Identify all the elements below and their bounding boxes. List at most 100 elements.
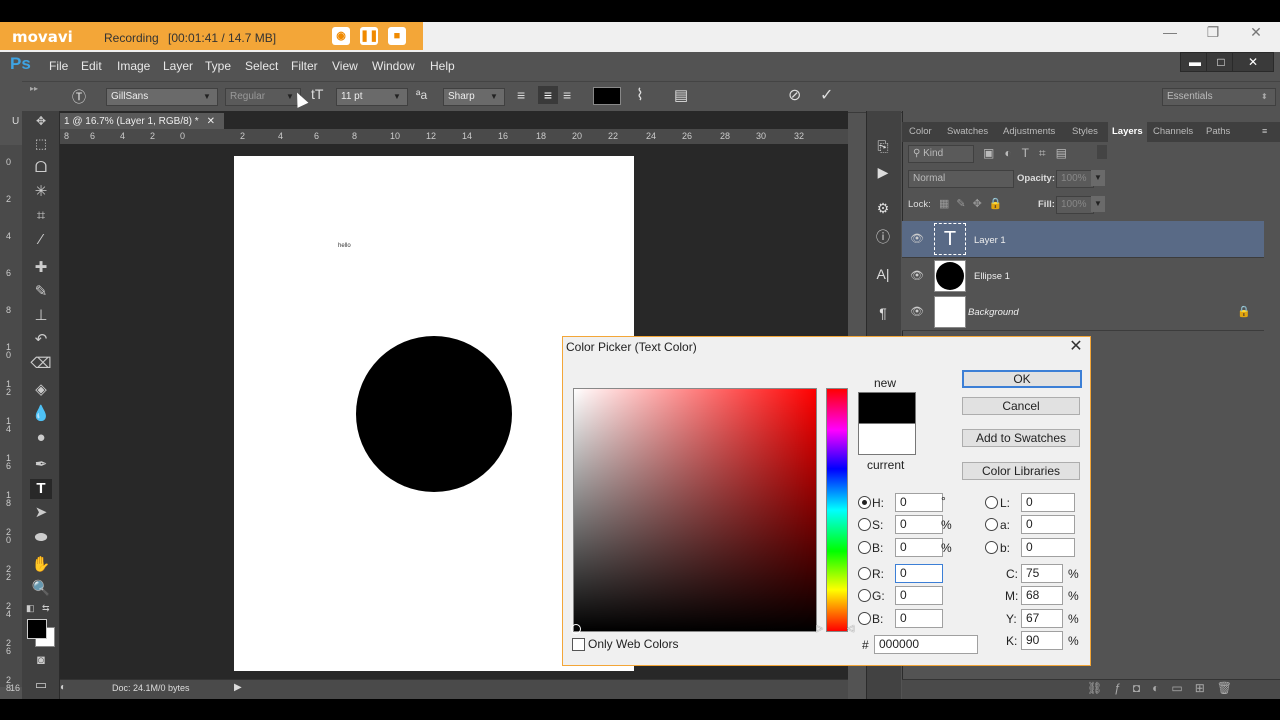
hue-slider-left-arrow-icon[interactable]: ▷ bbox=[816, 623, 823, 634]
window-restore-button[interactable]: ❐ bbox=[1193, 22, 1233, 44]
collapse-arrows-icon[interactable]: ▸▸ bbox=[30, 84, 38, 93]
align-right-icon[interactable]: ≡ bbox=[563, 88, 571, 102]
input-a[interactable]: 0 bbox=[1021, 515, 1075, 534]
tab-paths[interactable]: Paths bbox=[1202, 124, 1234, 140]
align-center-icon[interactable]: ≡ bbox=[538, 86, 558, 104]
menu-edit[interactable]: Edit bbox=[81, 59, 102, 73]
clone-stamp-tool-icon[interactable]: ⊥ bbox=[30, 306, 52, 326]
radio-l[interactable] bbox=[985, 496, 998, 509]
menu-file[interactable]: File bbox=[49, 59, 68, 73]
saturation-brightness-field[interactable] bbox=[573, 388, 817, 632]
input-k[interactable]: 90 bbox=[1021, 631, 1063, 650]
layer-actions-icons[interactable]: ⛓ƒ◘◐▭⊞🗑 bbox=[1087, 681, 1244, 695]
ellipse-shape[interactable] bbox=[356, 336, 512, 492]
workspace-dropdown[interactable]: Essentials ⬍ bbox=[1162, 88, 1276, 106]
input-y[interactable]: 67 bbox=[1021, 609, 1063, 628]
camera-icon[interactable]: ◉ bbox=[332, 27, 350, 45]
close-tab-icon[interactable]: ✕ bbox=[207, 116, 215, 127]
foreground-color-swatch[interactable] bbox=[27, 619, 47, 639]
cancel-edit-icon[interactable]: ⊘ bbox=[788, 85, 801, 105]
type-tool-icon[interactable]: T bbox=[30, 479, 52, 499]
filter-toggle-icon[interactable] bbox=[1097, 145, 1107, 159]
character-panel-icon[interactable]: ▤ bbox=[674, 86, 688, 104]
lock-options-icons[interactable]: ▦✎✥🔒 bbox=[939, 197, 1010, 210]
input-s[interactable]: 0 bbox=[895, 515, 943, 534]
tab-styles[interactable]: Styles bbox=[1068, 124, 1102, 140]
radio-g[interactable] bbox=[858, 589, 871, 602]
layer-name[interactable]: Background bbox=[968, 307, 1019, 318]
pause-icon[interactable]: ❚❚ bbox=[360, 27, 378, 45]
hue-slider-right-arrow-icon[interactable]: ◁ bbox=[847, 623, 854, 634]
color-field-marker[interactable] bbox=[571, 624, 581, 634]
path-select-tool-icon[interactable]: ➤ bbox=[30, 503, 52, 523]
input-c[interactable]: 75 bbox=[1021, 564, 1063, 583]
current-color-swatch[interactable] bbox=[858, 423, 916, 455]
font-family-dropdown[interactable]: GillSans ▼ bbox=[106, 88, 218, 106]
cancel-button[interactable]: Cancel bbox=[962, 397, 1080, 415]
info-panel-icon[interactable]: ⓘ bbox=[874, 228, 892, 246]
tab-adjustments[interactable]: Adjustments bbox=[999, 124, 1059, 140]
layer-name[interactable]: Ellipse 1 bbox=[974, 271, 1010, 282]
only-web-colors-checkbox[interactable] bbox=[572, 638, 585, 651]
hue-slider[interactable] bbox=[826, 388, 848, 632]
paint-bucket-tool-icon[interactable]: ◈ bbox=[30, 380, 52, 400]
visibility-eye-icon[interactable]: 👁 bbox=[910, 232, 924, 245]
input-g[interactable]: 0 bbox=[895, 586, 943, 605]
screen-mode-icon[interactable]: ▭ bbox=[30, 675, 52, 695]
blur-tool-icon[interactable]: 💧 bbox=[30, 404, 52, 424]
font-size-dropdown[interactable]: 11 pt ▼ bbox=[336, 88, 408, 106]
close-icon[interactable]: ✕ bbox=[1066, 336, 1086, 358]
menu-select[interactable]: Select bbox=[245, 59, 278, 73]
align-left-icon[interactable]: ≡ bbox=[517, 88, 525, 102]
ok-button[interactable]: OK bbox=[962, 370, 1082, 388]
font-style-dropdown[interactable]: Regular ▼ bbox=[225, 88, 301, 106]
quick-mask-icon[interactable]: ◙ bbox=[30, 650, 52, 670]
blend-mode-dropdown[interactable]: Normal bbox=[908, 170, 1014, 188]
opacity-input[interactable]: 100% bbox=[1056, 170, 1094, 188]
status-menu-arrow-icon[interactable]: ▶ bbox=[234, 682, 242, 693]
add-to-swatches-button[interactable]: Add to Swatches bbox=[962, 429, 1080, 447]
antialias-dropdown[interactable]: Sharp ▼ bbox=[443, 88, 505, 106]
input-h[interactable]: 0 bbox=[895, 493, 943, 512]
chevron-down-icon[interactable]: ▼ bbox=[1091, 196, 1105, 212]
tab-layers[interactable]: Layers bbox=[1108, 122, 1147, 142]
menu-help[interactable]: Help bbox=[430, 59, 455, 73]
menu-view[interactable]: View bbox=[332, 59, 358, 73]
chevron-down-icon[interactable]: ▼ bbox=[1091, 170, 1105, 186]
quick-select-tool-icon[interactable]: ✳ bbox=[30, 182, 52, 202]
panel-menu-icon[interactable]: ≡ bbox=[1262, 126, 1267, 136]
menu-image[interactable]: Image bbox=[117, 59, 150, 73]
menu-layer[interactable]: Layer bbox=[163, 59, 193, 73]
tab-color[interactable]: Color bbox=[905, 124, 936, 140]
input-lab-b[interactable]: 0 bbox=[1021, 538, 1075, 557]
tab-swatches[interactable]: Swatches bbox=[943, 124, 992, 140]
history-brush-tool-icon[interactable]: ↶ bbox=[30, 330, 52, 350]
layer-name[interactable]: Layer 1 bbox=[974, 235, 1006, 246]
warp-text-icon[interactable]: ⌇ bbox=[636, 85, 644, 105]
input-l[interactable]: 0 bbox=[1021, 493, 1075, 512]
ellipse-tool-icon[interactable]: ⬬ bbox=[30, 528, 52, 548]
lasso-tool-icon[interactable]: ᗝ bbox=[30, 158, 52, 178]
hand-tool-icon[interactable]: ✋ bbox=[30, 555, 52, 575]
type-tool-preset-icon[interactable]: Ⓣ bbox=[72, 87, 86, 107]
actions-panel-icon[interactable]: ▶ bbox=[874, 163, 892, 181]
pen-tool-icon[interactable]: ✒ bbox=[30, 455, 52, 475]
radio-h[interactable] bbox=[858, 496, 871, 509]
visibility-eye-icon[interactable]: 👁 bbox=[910, 305, 924, 318]
move-tool-icon[interactable]: ✥ bbox=[30, 111, 52, 131]
commit-edit-icon[interactable]: ✓ bbox=[820, 85, 833, 105]
radio-blue[interactable] bbox=[858, 612, 871, 625]
input-blue[interactable]: 0 bbox=[895, 609, 943, 628]
dodge-tool-icon[interactable]: ● bbox=[30, 428, 52, 448]
canvas-text-layer[interactable]: hello bbox=[338, 243, 351, 249]
radio-r[interactable] bbox=[858, 567, 871, 580]
input-r[interactable]: 0 bbox=[895, 564, 943, 583]
crop-tool-icon[interactable]: ⌗ bbox=[30, 206, 52, 226]
history-panel-icon[interactable]: ⎘ bbox=[874, 137, 892, 155]
marquee-tool-icon[interactable]: ⬚ bbox=[30, 134, 52, 154]
fill-input[interactable]: 100% bbox=[1056, 196, 1094, 214]
input-m[interactable]: 68 bbox=[1021, 586, 1063, 605]
radio-a[interactable] bbox=[985, 518, 998, 531]
menu-window[interactable]: Window bbox=[372, 59, 415, 73]
status-info-icon[interactable]: ◐ bbox=[60, 682, 66, 693]
